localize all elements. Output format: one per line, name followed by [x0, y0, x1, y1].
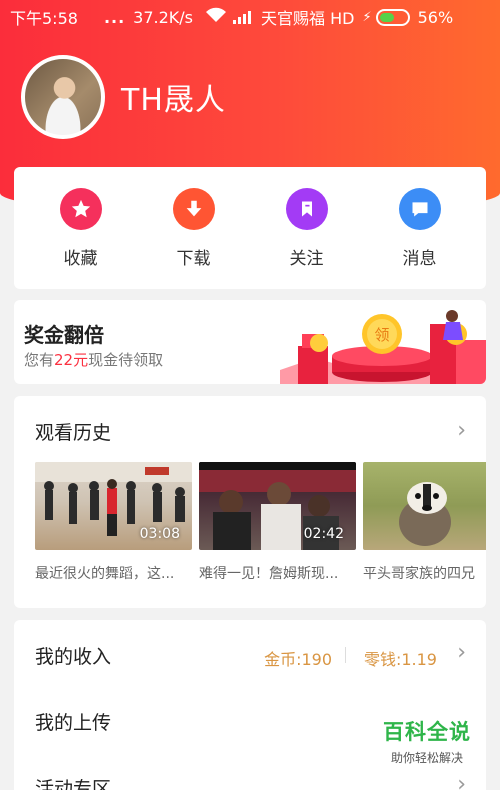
carrier-name: 天官赐福 HD: [261, 9, 355, 28]
chevron-right-icon: ›: [457, 640, 466, 665]
download-icon: [172, 187, 215, 230]
action-messages[interactable]: 消息: [375, 187, 465, 269]
divider: [345, 647, 346, 663]
cash-balance: 零钱:1.19: [363, 650, 437, 669]
menu-item-income[interactable]: 我的收入 金币:190 零钱:1.19 ›: [35, 622, 486, 688]
profile-header[interactable]: TH晟人: [21, 55, 226, 139]
gold-coins: 金币:190: [264, 650, 332, 669]
history-title[interactable]: 观看历史: [35, 418, 111, 445]
badger-image: [399, 482, 451, 546]
bonus-amount: 22元: [54, 351, 89, 369]
watermark-logo: 百科全说 助你轻松解决: [367, 716, 487, 766]
username[interactable]: TH晟人: [121, 75, 226, 119]
action-download[interactable]: 下载: [149, 187, 239, 269]
bonus-sub-suffix: 现金待领取: [88, 351, 164, 369]
history-list: 03:08 最近很火的舞蹈，这... 02:42 难得一见！詹姆斯现... 平头…: [35, 462, 486, 582]
history-card: 观看历史 › 03:08 最近很火的舞蹈，这... 02:42 难得一见！詹姆斯…: [14, 396, 486, 608]
activity-label: 活动专区: [35, 778, 112, 790]
quick-actions-card: 收藏 下载 关注 消息: [14, 167, 486, 289]
video-duration: 03:08: [139, 526, 180, 542]
message-icon: [398, 187, 441, 230]
watermark-tagline: 助你轻松解决: [390, 751, 463, 765]
bookmark-icon: [285, 187, 328, 230]
avatar[interactable]: [21, 55, 105, 139]
battery-fill: [379, 12, 395, 22]
chevron-right-icon: ›: [457, 772, 466, 790]
signal-icon: [233, 10, 252, 24]
video-caption[interactable]: 平头哥家族的四兄: [363, 563, 486, 582]
action-label: 关注: [289, 248, 324, 269]
uploads-label: 我的上传: [35, 712, 112, 734]
action-follow[interactable]: 关注: [262, 187, 352, 269]
action-label: 收藏: [63, 248, 98, 269]
video-thumbnail[interactable]: 02:42: [199, 462, 356, 550]
watermark-title: 百科全说: [383, 720, 471, 744]
chevron-right-icon[interactable]: ›: [457, 418, 466, 443]
charging-icon: ⚡: [362, 9, 372, 25]
battery-percent: 56%: [417, 7, 454, 27]
bonus-banner[interactable]: 奖金翻倍 您有22元现金待领取 领: [14, 300, 486, 384]
history-item[interactable]: 01 平头哥家族的四兄: [363, 462, 486, 582]
action-favorites[interactable]: 收藏: [36, 187, 126, 269]
video-thumbnail[interactable]: 01: [363, 462, 486, 550]
video-thumbnail[interactable]: 03:08: [35, 462, 192, 550]
bonus-illustration: 领: [280, 310, 486, 384]
wifi-icon: [205, 7, 227, 27]
coin-text: 领: [374, 326, 389, 344]
star-icon: [59, 187, 102, 230]
income-label: 我的收入: [35, 646, 112, 668]
video-caption[interactable]: 最近很火的舞蹈，这...: [35, 563, 192, 582]
action-label: 消息: [402, 248, 437, 269]
status-time: 下午5:58: [10, 9, 78, 28]
video-caption[interactable]: 难得一见！詹姆斯现...: [199, 563, 356, 582]
history-item[interactable]: 03:08 最近很火的舞蹈，这...: [35, 462, 192, 582]
bonus-subtitle: 您有22元现金待领取: [24, 349, 163, 370]
video-duration: 02:42: [303, 526, 344, 542]
history-item[interactable]: 02:42 难得一见！詹姆斯现...: [199, 462, 356, 582]
status-bar: 下午5:58 ... 37.2K/s 天官赐福 HD ⚡ 56%: [0, 0, 500, 34]
network-speed: 37.2K/s: [133, 7, 194, 27]
action-label: 下载: [176, 248, 211, 269]
battery-icon: [375, 8, 410, 26]
bonus-title: 奖金翻倍: [24, 323, 104, 347]
status-dots: ...: [103, 7, 126, 27]
bonus-sub-prefix: 您有: [24, 351, 55, 369]
